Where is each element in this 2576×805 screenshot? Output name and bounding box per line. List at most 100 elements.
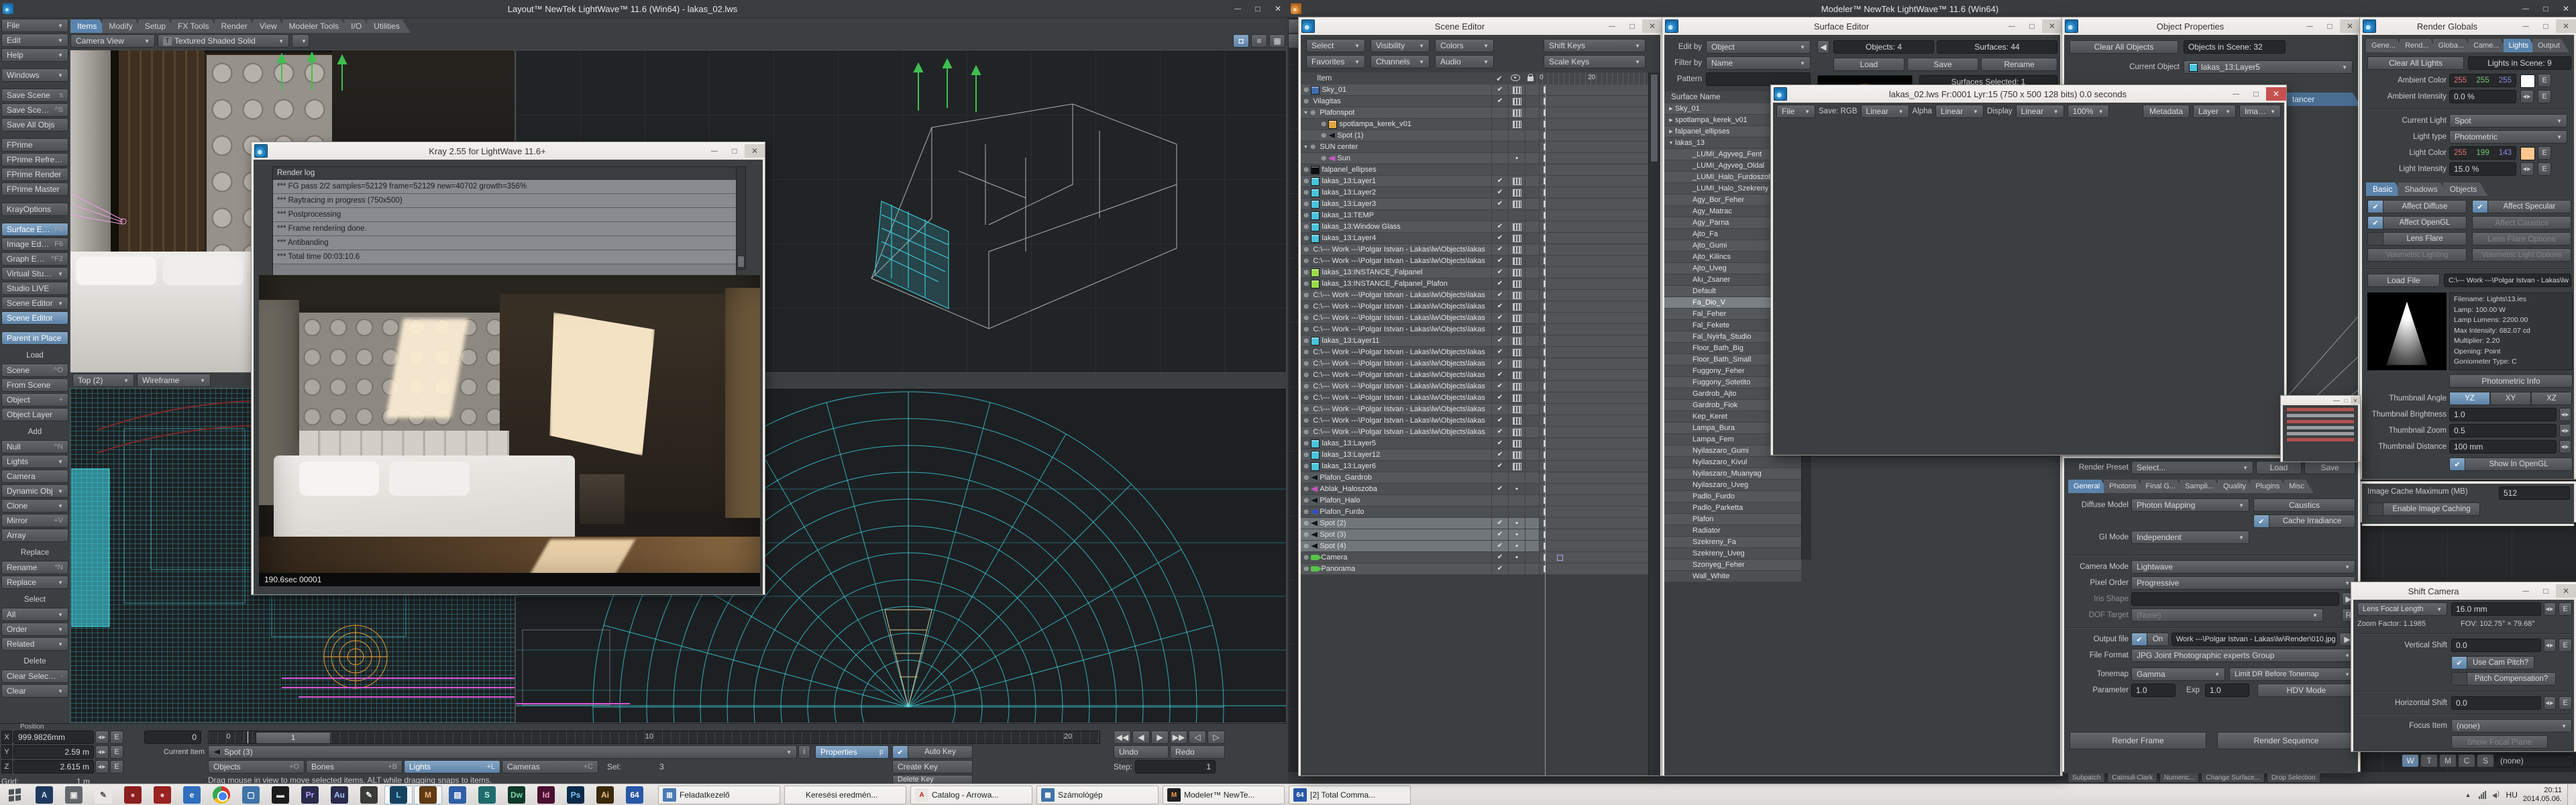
close-button[interactable] (1268, 2, 1288, 15)
angle-yz[interactable]: YZ (2449, 392, 2490, 405)
surface-row[interactable]: Plafon (1664, 514, 1801, 525)
visibility-mode[interactable] (1508, 176, 1525, 186)
visibility-check[interactable]: ✔ (1491, 176, 1508, 186)
keyframe-track[interactable] (1539, 199, 1648, 209)
viewport-view-select[interactable]: Camera View (70, 34, 155, 48)
scene-item-row[interactable]: ⊕Sky_01✔ (1301, 85, 1648, 96)
ambient-color-swatch[interactable] (2520, 74, 2535, 88)
scene-item-row[interactable]: ⊕lakas_13:Layer2✔ (1301, 187, 1648, 199)
light-type-select[interactable]: Photometric (2449, 130, 2567, 144)
item-tab-bones[interactable]: Bones+B (306, 760, 402, 773)
modeler-menu-stub[interactable] (1288, 34, 1299, 48)
lens-flare-options-button[interactable]: Lens Flare Options (2472, 232, 2571, 246)
keyframe-track[interactable] (1539, 484, 1648, 494)
mode-s[interactable]: S (2477, 754, 2494, 767)
visibility-check[interactable]: ✔ (1491, 267, 1508, 278)
visibility-check[interactable] (1491, 164, 1508, 175)
keyframe-track[interactable] (1539, 210, 1648, 221)
sidebar-item-save-scene[interactable]: Save Scenes (1, 89, 68, 102)
position-y-field[interactable]: 2.59 m (13, 745, 94, 759)
keyframe-track[interactable] (1539, 347, 1648, 358)
output-path-field[interactable]: Work ---\Polgar Istvan - Lakas\lw\Render… (2171, 633, 2337, 646)
menu-help[interactable]: Help (1, 48, 68, 62)
light-color-envelope[interactable]: E (2538, 146, 2551, 160)
scene-item-row[interactable]: ⊕lakas_13:TEMP (1301, 210, 1648, 221)
visibility-check[interactable]: ✔ (1491, 552, 1508, 563)
sidebar-item-lights[interactable]: Lights (1, 455, 68, 468)
visibility-mode[interactable] (1508, 210, 1525, 221)
audio-menu[interactable]: Audio (1435, 55, 1494, 68)
keyframe-track[interactable] (1539, 187, 1648, 198)
taskbar-window-task[interactable]: ▥Feladatkezelő (658, 786, 780, 804)
modeler-menu-stub[interactable] (1288, 19, 1299, 34)
mode-w[interactable]: W (2402, 754, 2419, 767)
visibility-check[interactable] (1491, 142, 1508, 152)
visibility-mode[interactable] (1508, 187, 1525, 198)
scene-item-row[interactable]: ⊕Spot (3)✔• (1301, 529, 1648, 541)
light-intensity-stepper[interactable] (2520, 162, 2534, 176)
surface-editor-titlebar[interactable]: Surface Editor (1662, 17, 2062, 35)
shift-keys-select[interactable]: Shift Keys (1544, 39, 1646, 52)
pinned-app-icon[interactable]: Id (532, 786, 560, 804)
visibility-check[interactable]: ✔ (1491, 518, 1508, 529)
sidebar-item-graph-editor[interactable]: Graph Editor^F2 (1, 252, 68, 266)
vshift-envelope[interactable]: E (2559, 639, 2572, 652)
visibility-mode[interactable]: • (1508, 518, 1525, 529)
visibility-mode[interactable] (1508, 278, 1525, 289)
sidebar-item-studio-live[interactable]: Studio LIVE (1, 282, 68, 295)
keyframe-track[interactable] (1539, 404, 1648, 415)
keyframe-track[interactable] (1539, 370, 1648, 380)
visibility-mode[interactable] (1508, 233, 1525, 244)
visibility-mode[interactable]: • (1508, 552, 1525, 563)
minimize-button[interactable] (2516, 584, 2536, 598)
viewport-view-select[interactable]: Top (2) (72, 374, 134, 387)
scene-item-row[interactable]: ⊕Spot (4)✔• (1301, 541, 1648, 552)
visibility-check[interactable]: ✔ (1491, 449, 1508, 460)
keyframe-track[interactable] (1539, 335, 1648, 346)
tab-sampli[interactable]: Sampli... (2180, 480, 2223, 493)
scene-item-row[interactable]: ⊕C:\--- Work ---\Polgar Istvan - Lakas\l… (1301, 427, 1648, 438)
scene-item-row[interactable]: ⊕C:\--- Work ---\Polgar Istvan - Lakas\l… (1301, 370, 1648, 381)
render-frame-button[interactable]: Render Frame (2070, 732, 2206, 749)
visibility-mode[interactable] (1508, 119, 1525, 129)
focus-item-select[interactable]: (none) (2451, 719, 2572, 733)
scene-item-row[interactable]: ▼⊕SUN center (1301, 142, 1648, 153)
keyframe-track[interactable] (1539, 392, 1648, 403)
focal-stepper[interactable] (2544, 602, 2556, 616)
kray-log-scrollbar[interactable] (736, 166, 746, 270)
close-button[interactable] (2340, 19, 2360, 33)
visibility-mode[interactable] (1508, 392, 1525, 403)
mode-value-field[interactable]: (none) (2496, 754, 2575, 767)
sidebar-item-fprime-refresh[interactable]: FPrime Refresh (1, 153, 68, 166)
visibility-check[interactable]: ✔ (1491, 461, 1508, 472)
minimize-button[interactable] (2516, 19, 2536, 33)
visibility-check[interactable]: ✔ (1491, 290, 1508, 301)
visibility-check[interactable] (1491, 495, 1508, 506)
hshift-stepper[interactable] (2544, 696, 2556, 710)
visibility-check[interactable] (1491, 153, 1508, 164)
visibility-mode[interactable] (1508, 85, 1525, 95)
bolt-icon[interactable]: ◘ (1233, 34, 1249, 48)
tab-output[interactable]: Output (2532, 39, 2569, 52)
angle-xy[interactable]: XY (2490, 392, 2531, 405)
sidebar-item-dynamic-obj[interactable]: Dynamic Obj (1, 484, 68, 498)
start-button[interactable] (0, 784, 30, 805)
limit-dr-select[interactable]: Limit DR Before Tonemap (2229, 667, 2355, 681)
surface-row[interactable]: Padlo_Parketta (1664, 502, 1801, 514)
sidebar-item-save-all-objs[interactable]: Save All Objs (1, 118, 68, 131)
select-menu[interactable]: Select (1306, 39, 1365, 52)
thumbnail-distance-field[interactable]: 100 mm (2449, 440, 2557, 453)
image-select[interactable]: Image (2239, 105, 2281, 118)
thumbnail-brightness-field[interactable]: 1.0 (2449, 408, 2557, 421)
pinned-app-icon[interactable]: e (178, 786, 206, 804)
surface-row[interactable]: Radiator (1664, 525, 1801, 537)
scene-scrollbar[interactable] (1648, 72, 1660, 775)
sidebar-item-order[interactable]: Order (1, 623, 68, 636)
diffuse-model-select[interactable]: Photon Mapping (2131, 498, 2249, 512)
viewport-mode-select[interactable]: Wireframe (137, 374, 211, 387)
display-mode-select[interactable]: Linear (2016, 105, 2064, 118)
auto-key-toggle[interactable]: Auto Key (892, 745, 973, 759)
thumbnail-zoom-field[interactable]: 0.5 (2449, 424, 2557, 437)
volumetric-options-button[interactable]: Volumetric Light Options (2472, 248, 2571, 262)
message-log-titlebar[interactable] (2281, 396, 2360, 405)
